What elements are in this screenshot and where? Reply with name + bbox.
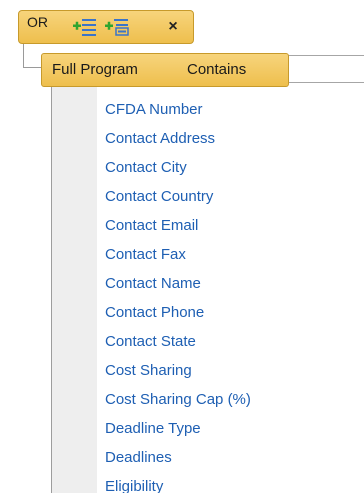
tree-connector xyxy=(23,44,43,68)
or-group-header: OR × xyxy=(18,10,194,44)
field-select[interactable]: Full Program xyxy=(52,61,138,78)
field-option[interactable]: Contact Name xyxy=(105,269,251,298)
field-option[interactable]: Contact Email xyxy=(105,211,251,240)
add-group-button[interactable] xyxy=(104,16,130,38)
field-option[interactable]: Contact Country xyxy=(105,182,251,211)
field-options-list: CFDA Number Contact Address Contact City… xyxy=(105,95,251,493)
field-option[interactable]: Contact Fax xyxy=(105,240,251,269)
field-option[interactable]: Contact Phone xyxy=(105,298,251,327)
condition-row: Full Program Contains xyxy=(41,53,289,87)
field-option[interactable]: Contact State xyxy=(105,327,251,356)
field-option[interactable]: Contact Address xyxy=(105,124,251,153)
add-group-icon xyxy=(105,19,129,36)
group-operator-label[interactable]: OR xyxy=(27,14,48,30)
field-option[interactable]: Deadline Type xyxy=(105,414,251,443)
add-condition-icon xyxy=(73,19,96,36)
operator-select[interactable]: Contains xyxy=(187,61,246,78)
field-option[interactable]: Contact City xyxy=(105,153,251,182)
field-option[interactable]: Deadlines xyxy=(105,443,251,472)
remove-group-button[interactable]: × xyxy=(163,16,183,38)
dropdown-gutter xyxy=(52,86,97,493)
query-builder: OR × Full Program Contains CFDA Number C… xyxy=(0,0,364,493)
close-icon: × xyxy=(168,18,178,35)
condition-value-input[interactable] xyxy=(287,55,364,83)
field-option[interactable]: CFDA Number xyxy=(105,95,251,124)
field-option[interactable]: Cost Sharing Cap (%) xyxy=(105,385,251,414)
field-dropdown: CFDA Number Contact Address Contact City… xyxy=(51,86,364,493)
field-option[interactable]: Eligibility xyxy=(105,472,251,493)
add-condition-button[interactable] xyxy=(72,16,98,38)
field-option[interactable]: Cost Sharing xyxy=(105,356,251,385)
